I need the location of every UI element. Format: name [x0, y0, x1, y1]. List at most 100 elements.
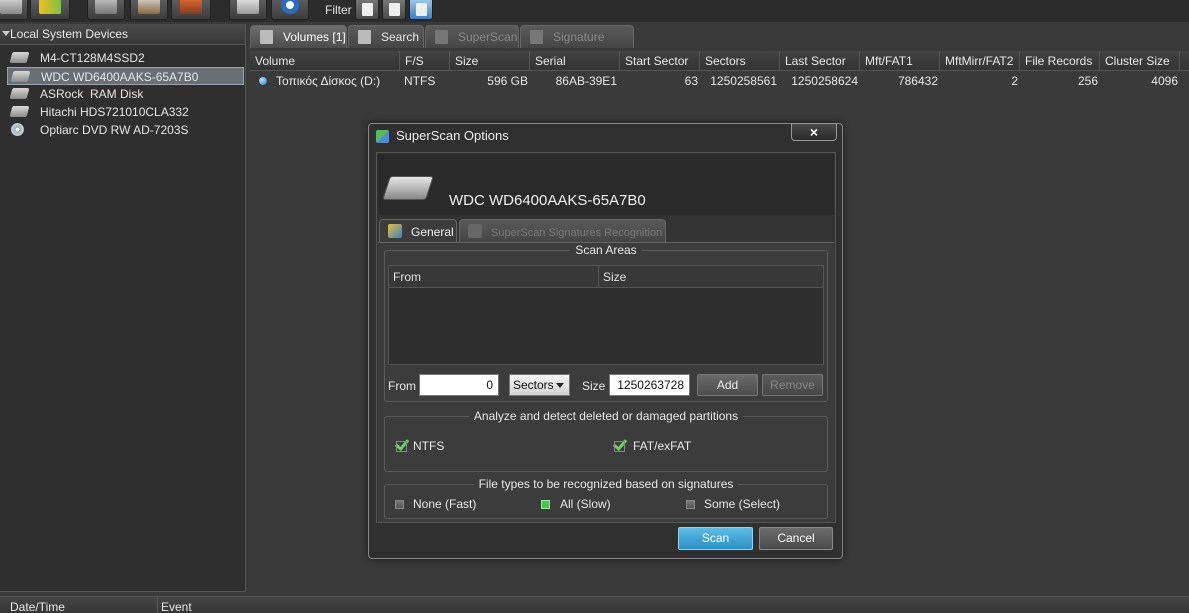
toolbar: Filter [0, 0, 1189, 22]
column-header-from[interactable]: From [389, 266, 599, 288]
some-select-radio[interactable] [686, 500, 695, 509]
ntfs-checkbox[interactable] [396, 439, 407, 452]
general-tab-body: Scan Areas From Size From 0 Sectors Size… [378, 242, 834, 522]
event-log-header: Date/Time Event [0, 596, 1189, 613]
close-button[interactable]: × [791, 123, 837, 141]
dialog-titlebar[interactable]: SuperScan Options [369, 124, 842, 148]
filter-button-2[interactable] [382, 0, 406, 20]
scan-button[interactable]: Scan [678, 527, 753, 550]
tab-search-label: Search [381, 30, 420, 44]
fast-forward-icon [39, 0, 61, 14]
column-header[interactable]: F/S [400, 51, 450, 71]
all-slow-radio[interactable] [541, 500, 550, 509]
toolbar-button-copy[interactable] [171, 0, 211, 20]
tab-signature-files[interactable]: Signature Files [520, 25, 634, 67]
scan-areas-list[interactable]: From Size [388, 265, 824, 365]
general-icon [388, 224, 402, 238]
device-item-selected[interactable]: WDC WD6400AAKS-65A7B0 [7, 67, 244, 85]
column-header-event[interactable]: Event [161, 600, 192, 613]
device-item[interactable]: M4-CT128M4SSD2 [7, 49, 244, 67]
cell-cluster-size: 4096 [1151, 74, 1178, 88]
devices-panel-header[interactable]: Local System Devices [0, 24, 245, 45]
toolbar-button-edit[interactable] [130, 0, 168, 20]
cell-file-records: 256 [1077, 74, 1098, 88]
edit-icon [138, 0, 160, 14]
partitions-group: Analyze and detect deleted or damaged pa… [384, 409, 828, 472]
tab-general-label: General [411, 225, 454, 239]
toolbar-button-tools[interactable] [87, 0, 125, 20]
toolbar-button-disk[interactable] [0, 0, 28, 20]
cell-size: 596 GB [487, 74, 528, 88]
column-header[interactable]: Size [450, 51, 530, 71]
partitions-title-wrap: Analyze and detect deleted or damaged pa… [385, 409, 827, 423]
magnifier-icon [237, 0, 259, 14]
column-header[interactable]: MftMirr/FAT2 [940, 51, 1020, 71]
filter-button-1[interactable] [355, 0, 379, 20]
column-header[interactable]: File Records [1020, 51, 1100, 71]
search-document-icon [358, 30, 371, 44]
column-header[interactable]: Sectors [700, 51, 780, 71]
fat-checkbox[interactable] [614, 439, 625, 452]
dialog-title: SuperScan Options [396, 128, 509, 143]
drive-header: WDC WD6400AAKS-65A7B0 [378, 154, 834, 215]
table-row[interactable]: Τοπικός Δίσκος (D:) NTFS 596 GB 86AB-39E… [250, 72, 1189, 90]
document-icon [416, 3, 427, 16]
tab-volumes-label: Volumes [1] [283, 30, 346, 44]
column-header[interactable]: Cluster Size [1100, 51, 1180, 71]
all-slow-label: All (Slow) [560, 497, 611, 511]
none-fast-label: None (Fast) [413, 497, 477, 511]
add-button[interactable]: Add [697, 374, 758, 396]
tools-icon [95, 0, 117, 14]
filter-button-3[interactable] [409, 0, 433, 20]
cell-mftmirr-fat2: 2 [1011, 74, 1018, 88]
hard-drive-icon [9, 106, 30, 117]
column-header[interactable]: Volume [250, 51, 400, 71]
cell-sectors: 1250258561 [710, 74, 777, 88]
list-icon [260, 30, 273, 44]
network-icon [435, 30, 448, 44]
from-input[interactable]: 0 [419, 374, 499, 396]
toolbar-button-info[interactable] [271, 0, 309, 20]
unit-select[interactable]: Sectors [509, 374, 570, 396]
device-label: Optiarc DVD RW AD-7203S [40, 123, 189, 137]
drive-name: WDC WD6400AAKS-65A7B0 [449, 192, 646, 209]
volume-bullet-icon [259, 77, 267, 85]
ntfs-label: NTFS [413, 439, 445, 453]
some-select-label: Some (Select) [704, 497, 781, 511]
document-icon [389, 3, 400, 16]
cancel-button[interactable]: Cancel [759, 527, 833, 550]
volumes-table-header: Volume F/S Size Serial Start Sector Sect… [250, 51, 1189, 71]
tab-general[interactable]: General [379, 219, 457, 243]
tab-superscan-label: SuperScan [458, 30, 518, 44]
none-fast-radio[interactable] [395, 500, 404, 509]
size-input[interactable]: 1250263728 [609, 374, 690, 396]
remove-button[interactable]: Remove [762, 374, 823, 396]
copy-files-icon [180, 0, 202, 14]
document-icon [530, 30, 543, 44]
device-item[interactable]: Hitachi HDS721010CLA332 [7, 103, 244, 121]
column-header[interactable]: Mft/FAT1 [860, 51, 940, 71]
device-label: Hitachi HDS721010CLA332 [40, 105, 189, 119]
device-item[interactable]: Optiarc DVD RW AD-7203S [7, 121, 244, 139]
cell-volume: Τοπικός Δίσκος (D:) [276, 74, 381, 88]
device-item[interactable]: ASRock RAM Disk [7, 85, 244, 103]
size-label: Size [582, 379, 606, 393]
column-header[interactable]: Start Sector [620, 51, 700, 71]
column-header-datetime[interactable]: Date/Time [10, 600, 65, 613]
device-label: M4-CT128M4SSD2 [40, 51, 145, 65]
column-header[interactable]: Serial [530, 51, 620, 71]
dialog-content: WDC WD6400AAKS-65A7B0 General SuperScan … [376, 152, 836, 523]
hard-drive-icon [10, 71, 31, 82]
toolbar-button-search[interactable] [229, 0, 267, 20]
tab-signatures-recognition[interactable]: SuperScan Signatures Recognition [459, 219, 666, 243]
tab-volumes[interactable]: Volumes [1] [250, 25, 347, 48]
hard-drive-icon [382, 176, 434, 200]
column-header[interactable]: Last Sector [780, 51, 860, 71]
tab-search[interactable]: Search [348, 25, 424, 48]
cell-start-sector: 63 [684, 74, 698, 88]
column-header-size[interactable]: Size [599, 266, 823, 288]
cell-last-sector: 1250258624 [791, 74, 858, 88]
optical-drive-icon [11, 123, 24, 136]
tab-superscan[interactable]: SuperScan [425, 25, 519, 48]
toolbar-button-forward[interactable] [30, 0, 70, 20]
